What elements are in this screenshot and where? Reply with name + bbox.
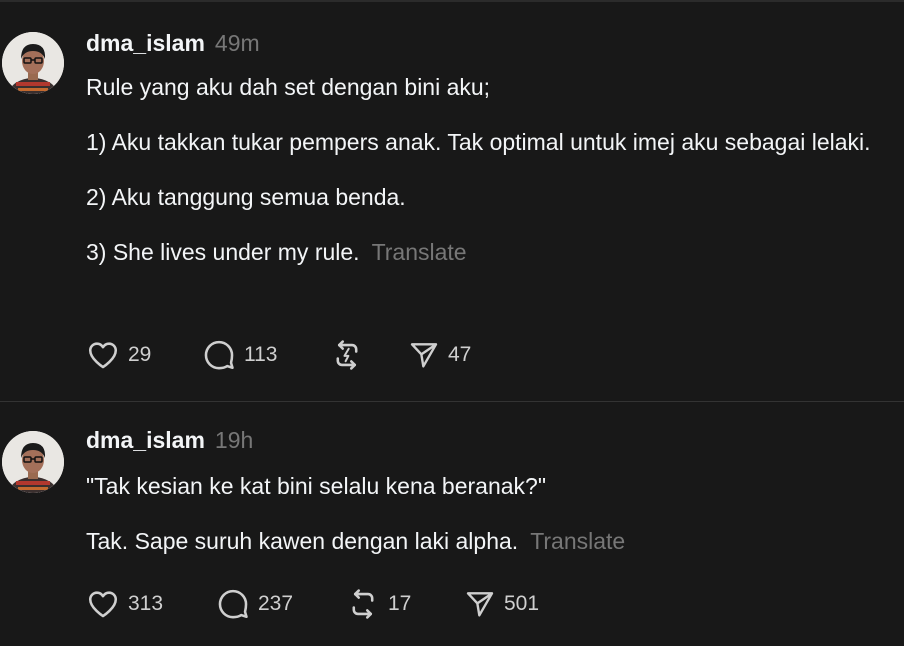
timestamp[interactable]: 19h	[215, 427, 253, 454]
repost-button[interactable]: 17	[346, 587, 464, 621]
reply-count: 237	[258, 592, 294, 615]
repost-icon	[336, 340, 358, 370]
send-icon	[466, 592, 494, 617]
like-button[interactable]: 313	[86, 587, 216, 621]
post-header: dma_islam 49m	[86, 30, 260, 57]
reply-button[interactable]: 113	[202, 338, 330, 372]
send-icon	[410, 343, 438, 368]
heart-icon	[88, 342, 118, 369]
thread-post: dma_islam 49m Rule yang aku dah set deng…	[0, 0, 904, 402]
post-body: "Tak kesian ke kat bini selalu kena bera…	[86, 468, 876, 578]
avatar-image	[2, 32, 64, 94]
comment-bubble-icon	[204, 340, 234, 370]
avatar[interactable]	[2, 32, 64, 94]
avatar-image	[2, 431, 64, 493]
username[interactable]: dma_islam	[86, 30, 205, 57]
heart-icon	[88, 591, 118, 618]
post-paragraph-last: 3) She lives under my rule. Translate	[86, 234, 876, 271]
post-body: Rule yang aku dah set dengan bini aku; 1…	[86, 69, 876, 289]
like-count: 313	[128, 592, 164, 615]
post-paragraph-last: Tak. Sape suruh kawen dengan laki alpha.…	[86, 523, 876, 560]
translate-link[interactable]: Translate	[372, 239, 467, 265]
share-button[interactable]: 501	[464, 588, 539, 620]
post-actions: 313 237 17 501	[86, 586, 539, 622]
post-paragraph: "Tak kesian ke kat bini selalu kena bera…	[86, 473, 546, 499]
post-paragraph: Rule yang aku dah set dengan bini aku;	[86, 74, 491, 100]
post-header: dma_islam 19h	[86, 427, 253, 454]
thread-post: dma_islam 19h "Tak kesian ke kat bini se…	[0, 402, 904, 646]
repost-icon	[352, 589, 374, 619]
share-button[interactable]: 47	[408, 339, 471, 371]
post-paragraph-text: 3) She lives under my rule.	[86, 239, 360, 265]
comment-bubble-icon	[218, 589, 248, 619]
reply-button[interactable]: 237	[216, 587, 346, 621]
translate-link[interactable]: Translate	[530, 528, 625, 554]
timestamp[interactable]: 49m	[215, 30, 260, 57]
post-actions: 29 113 47	[86, 337, 471, 373]
post-paragraph-text: Tak. Sape suruh kawen dengan laki alpha.	[86, 528, 519, 554]
post-paragraph: 1) Aku takkan tukar pempers anak. Tak op…	[86, 129, 871, 155]
share-count: 501	[504, 592, 540, 615]
avatar[interactable]	[2, 431, 64, 493]
repost-count: 17	[388, 592, 412, 615]
username[interactable]: dma_islam	[86, 427, 205, 454]
repost-button[interactable]	[330, 338, 408, 372]
like-count: 29	[128, 343, 152, 366]
post-paragraph: 2) Aku tanggung semua benda.	[86, 184, 406, 210]
reply-count: 113	[244, 343, 278, 366]
share-count: 47	[448, 343, 472, 366]
like-button[interactable]: 29	[86, 338, 202, 372]
